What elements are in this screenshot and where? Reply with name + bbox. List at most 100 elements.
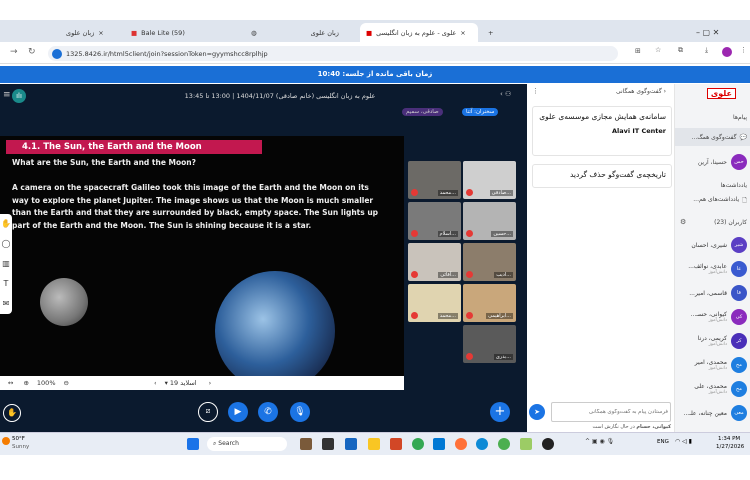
user-name: قاسمی، امیر...: [689, 289, 727, 297]
user-name: کریمی، درنا: [697, 335, 727, 342]
phone-button[interactable]: ✆: [258, 402, 278, 422]
star-icon[interactable]: ☆: [655, 46, 661, 54]
camera-button[interactable]: ▶: [228, 402, 248, 422]
clock-time: 1:34 PM: [718, 436, 741, 442]
actions-plus-button[interactable]: +: [490, 402, 510, 422]
close-icon[interactable]: ×: [98, 29, 103, 37]
user-list-item[interactable]: کی کیوانی، حسـ... دانش‌آموز: [675, 306, 747, 328]
user-list-item[interactable]: عا عابدی، نوائف... دانش‌آموز: [675, 258, 747, 280]
url-input[interactable]: 1325.8426.ir/html5client/join?sessionTok…: [48, 46, 618, 61]
powerpoint-icon[interactable]: [390, 438, 402, 450]
tray-icons[interactable]: ^ ▣ ◉ 🎙: [585, 438, 614, 445]
chrome-icon[interactable]: [412, 438, 424, 450]
fit-width-icon[interactable]: ↔: [8, 379, 13, 387]
globe-icon: ◍: [251, 28, 257, 37]
menu-icon[interactable]: ⋮: [740, 46, 747, 54]
store-icon[interactable]: [345, 438, 357, 450]
extensions-icon[interactable]: ⧉: [678, 46, 683, 55]
muted-mic-icon: [466, 312, 473, 319]
stats-icon[interactable]: ılı: [12, 89, 26, 103]
video-tile[interactable]: ابراهیمی...: [463, 284, 516, 322]
user-list-item[interactable]: کر کریمی، درنا دانش‌آموز: [675, 330, 747, 352]
video-tile[interactable]: آقائی...: [408, 243, 461, 281]
tab-active[interactable]: ■ علوی - علوم به زبان انگلیسی ×: [360, 23, 478, 42]
start-icon[interactable]: [187, 438, 199, 450]
participant-name: ادیب...: [494, 272, 513, 278]
video-tile[interactable]: حسین...: [463, 202, 516, 240]
weather-desc: Sunny: [12, 444, 30, 450]
chat-options-icon[interactable]: ⋮: [532, 87, 539, 95]
session-time-banner: زمان باقی مانده از جلسه: 10:40: [0, 66, 750, 83]
presentation-area: ≡ ılı علوم به زبان انگلیسی (خانم صادقی) …: [0, 84, 527, 432]
profile-avatar[interactable]: [722, 47, 732, 57]
user-list-item[interactable]: قا قاسمی، امیر...: [675, 282, 747, 304]
reload-icon[interactable]: ↻: [28, 47, 36, 57]
user-role: دانش‌آموز: [708, 390, 727, 395]
user-list-item[interactable]: مح محمدی، علی دانش‌آموز: [675, 378, 747, 400]
weather-icon: [2, 437, 10, 445]
download-icon[interactable]: ⤓: [705, 46, 708, 55]
messages-heading: پیام‌ها: [732, 114, 747, 121]
language-indicator[interactable]: ENG: [657, 439, 669, 445]
screen-share-button[interactable]: ⧄: [198, 402, 218, 422]
app-icon[interactable]: [520, 438, 532, 450]
edge-icon[interactable]: [476, 438, 488, 450]
video-tile[interactable]: ادیب...: [463, 243, 516, 281]
user-list-item[interactable]: شیر شیری، احسان: [675, 234, 747, 256]
next-slide-icon[interactable]: ›: [209, 379, 212, 387]
chat-input[interactable]: [551, 402, 671, 422]
user-list-item[interactable]: مح محمدی، امیر دانش‌آموز: [675, 354, 747, 376]
window-controls[interactable]: – ▢ ✕: [690, 23, 725, 42]
participant-name: بدری...: [493, 354, 513, 360]
shared-notes-item[interactable]: 🗋 یادداشت‌های هم...: [693, 196, 747, 206]
video-tile[interactable]: محمد...: [408, 284, 461, 322]
avatar: حس: [731, 154, 747, 170]
task-view-icon[interactable]: [322, 438, 334, 450]
raise-hand-button[interactable]: ✋: [3, 404, 21, 422]
tab-label: Bale Lite (59): [141, 28, 185, 37]
media-player-icon[interactable]: [542, 438, 554, 450]
zoom-in-icon[interactable]: ⊕: [23, 379, 28, 387]
gear-icon[interactable]: ⚙: [680, 218, 686, 226]
translate-icon[interactable]: ⊞: [635, 47, 641, 55]
earth-image: [215, 271, 335, 376]
typing-indicator: کیوانی، حسام در حال نگارش است: [592, 424, 671, 430]
site-info-icon[interactable]: [52, 48, 62, 59]
bale-icon: ■: [131, 28, 138, 37]
prev-slide-icon[interactable]: ‹: [154, 379, 157, 387]
firefox-icon[interactable]: [455, 438, 467, 450]
whiteboard-toolbar[interactable]: ✋ ◯ ▥ T ✉: [0, 214, 12, 314]
user-list-toggle-icon[interactable]: ‹ ⚇: [500, 90, 511, 98]
public-chat-item[interactable]: 💬 گفت‌وگوی همگ...: [675, 128, 750, 146]
widget-icon[interactable]: [300, 438, 312, 450]
microphone-button[interactable]: 🎙: [290, 402, 310, 422]
taskbar-search[interactable]: ⌕ Search: [207, 437, 287, 451]
forward-icon[interactable]: →: [10, 47, 18, 57]
file-explorer-icon[interactable]: [368, 438, 380, 450]
close-icon[interactable]: ×: [460, 29, 465, 37]
slide-page-label: اسلاید 19: [169, 379, 197, 387]
network-volume-icons[interactable]: ◠ ◁ ▮: [675, 438, 692, 445]
typing-text: در حال نگارش است: [592, 424, 635, 430]
participant-name: صادقی...: [489, 190, 513, 196]
site-icon: ■: [366, 28, 373, 37]
avatar: عا: [731, 261, 747, 277]
tab-2[interactable]: ■ Bale Lite (59): [125, 23, 235, 42]
hamburger-icon[interactable]: ≡: [3, 90, 11, 100]
zoom-out-icon[interactable]: ⊖: [64, 379, 69, 387]
send-button[interactable]: ➤: [529, 404, 545, 420]
tab-3[interactable]: ◍ زبان علوی: [245, 23, 355, 42]
video-tile[interactable]: صادقی...: [463, 161, 516, 199]
video-tile[interactable]: محمد...: [408, 161, 461, 199]
avatar: معی: [731, 405, 747, 421]
tab-1[interactable]: زبان علوی ×: [60, 23, 120, 42]
chrome-icon-2[interactable]: [498, 438, 510, 450]
video-tile[interactable]: اسلام...: [408, 202, 461, 240]
slide-select[interactable]: ▾ اسلاید 19: [165, 379, 197, 387]
vscode-icon[interactable]: [433, 438, 445, 450]
private-chat-item[interactable]: حس حسینا، آرین: [698, 154, 747, 170]
new-tab-button[interactable]: +: [482, 23, 499, 42]
video-tile[interactable]: بدری...: [463, 325, 516, 363]
avatar: مح: [731, 381, 747, 397]
user-list-item[interactable]: معی معین چنانه، علـ...: [675, 402, 747, 424]
